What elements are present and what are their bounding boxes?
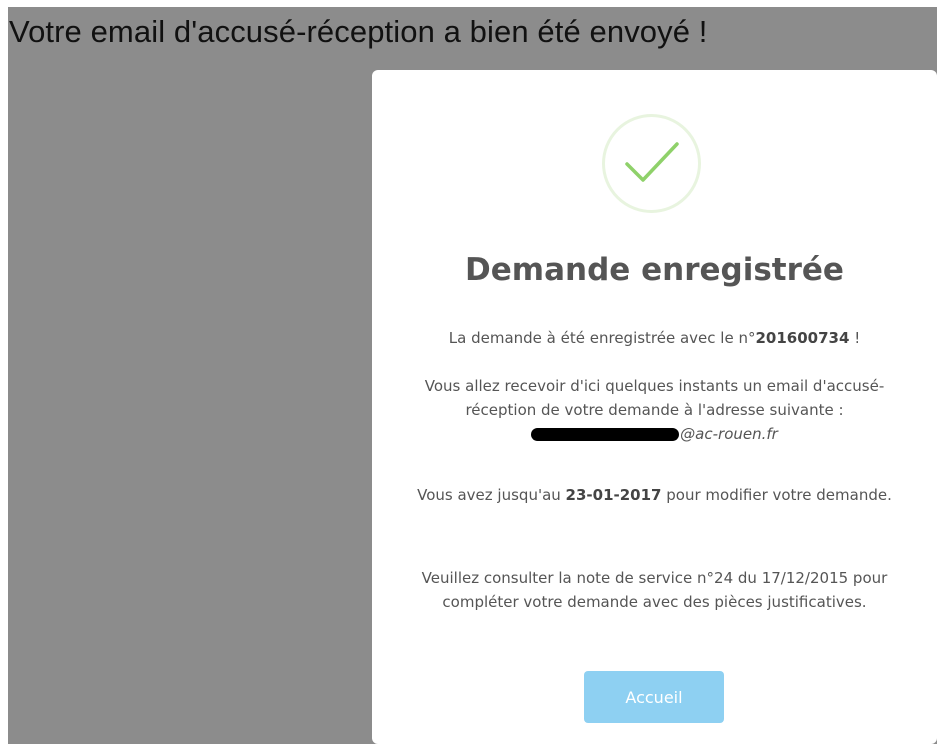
email-domain: @ac-rouen.fr (680, 425, 778, 443)
email-sent-banner: Votre email d'accusé-réception a bien ét… (9, 14, 708, 49)
email-notice-text: Vous allez recevoir d'ici quelques insta… (424, 377, 885, 419)
deadline-suffix: pour modifier votre demande. (661, 486, 892, 504)
service-note-message: Veuillez consulter la note de service n°… (421, 569, 888, 611)
registration-message: La demande à été enregistrée avec le n°2… (392, 326, 917, 350)
recipient-email: @ac-rouen.fr (531, 422, 778, 446)
email-notice: Vous allez recevoir d'ici quelques insta… (392, 374, 917, 446)
registration-suffix: ! (849, 329, 861, 347)
deadline-prefix: Vous avez jusqu'au (417, 486, 566, 504)
confirmation-dialog: Demande enregistrée La demande à été enr… (372, 70, 937, 744)
deadline-date: 23-01-2017 (565, 486, 662, 504)
dialog-title: Demande enregistrée (465, 252, 844, 288)
checkmark-icon (625, 142, 679, 182)
redacted-email-name (531, 428, 680, 441)
request-number: 201600734 (755, 329, 850, 347)
registration-prefix: La demande à été enregistrée avec le n° (448, 329, 756, 347)
deadline-message: Vous avez jusqu'au 23-01-2017 pour modif… (392, 483, 917, 507)
success-badge (602, 114, 701, 213)
page: Votre email d'accusé-réception a bien ét… (0, 0, 937, 744)
home-button[interactable]: Accueil (584, 671, 724, 723)
